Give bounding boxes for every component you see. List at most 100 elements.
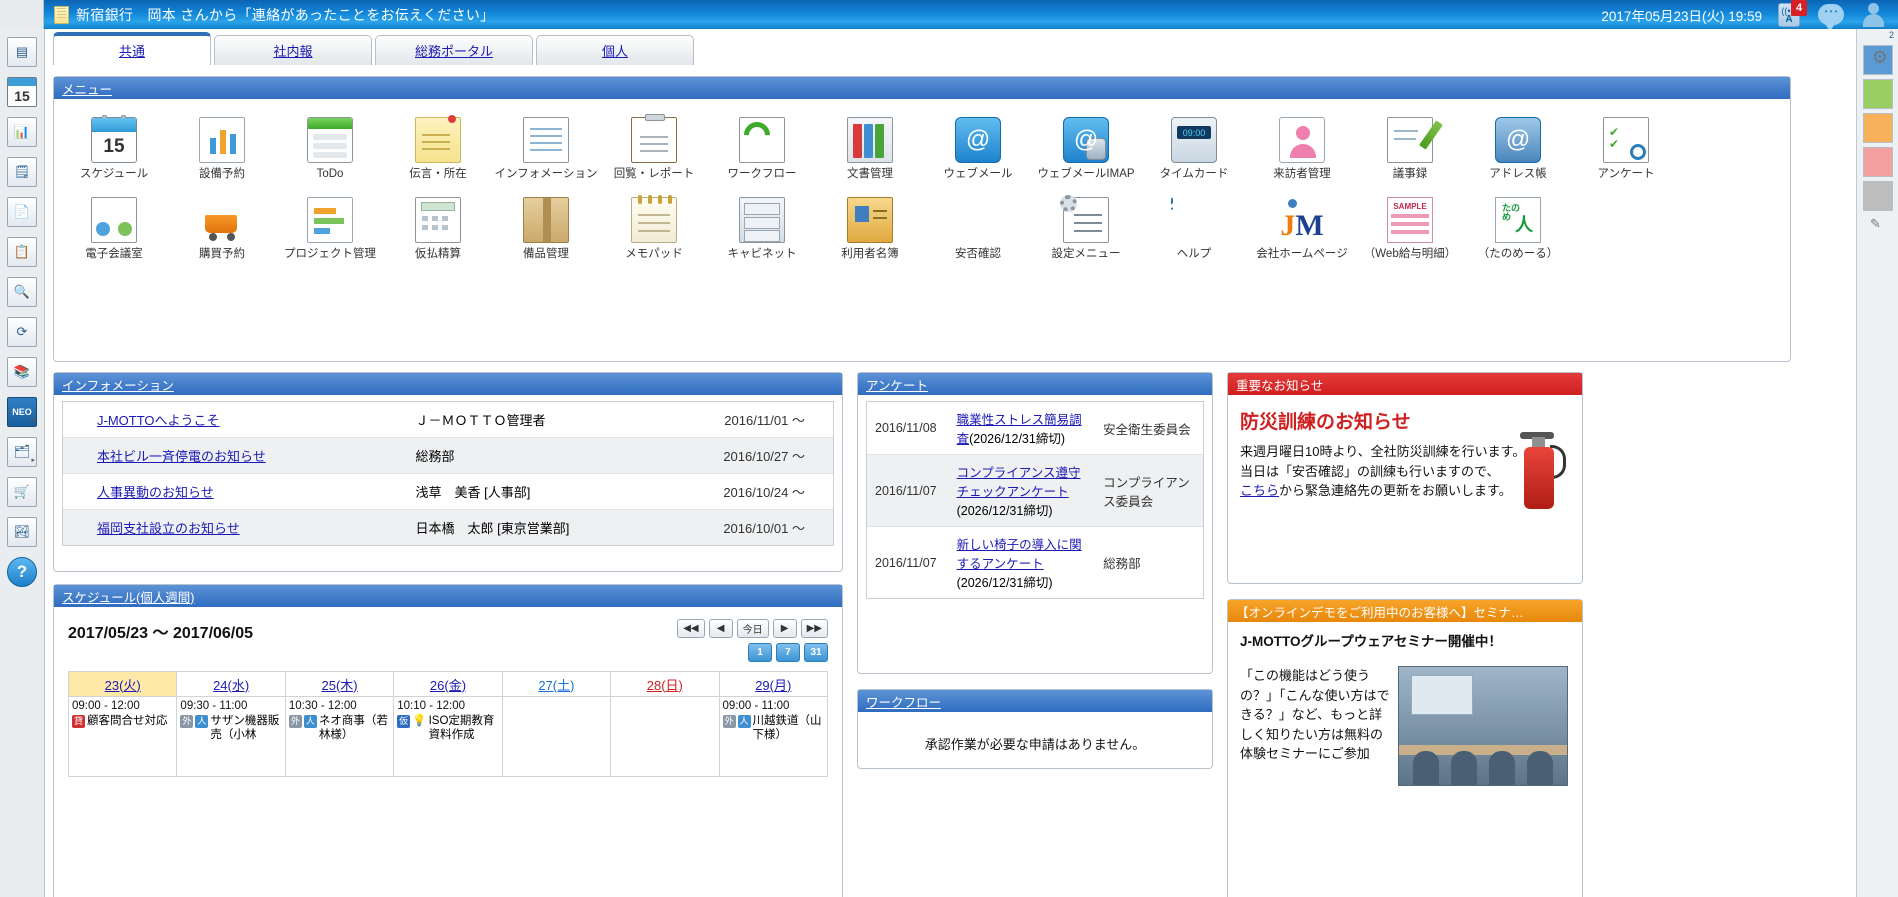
gear-icon[interactable]: ⚙: [1872, 47, 1888, 68]
menu-item-todo[interactable]: ToDo: [276, 111, 384, 191]
schedule-view-month-button[interactable]: 31: [804, 643, 828, 662]
schedule-day-header[interactable]: 26(金): [394, 672, 502, 697]
menu-item-addressbook[interactable]: アドレス帳: [1464, 111, 1572, 191]
schedule-cell[interactable]: [611, 697, 719, 777]
schedule-day-label[interactable]: 25(木): [321, 678, 357, 693]
table-row[interactable]: 2016/11/07 コンプライアンス遵守チェックアンケート(2026/12/3…: [867, 455, 1203, 527]
menu-item-memopad[interactable]: メモパッド: [600, 191, 708, 271]
sidebar-item-window[interactable]: ▤: [7, 37, 37, 67]
schedule-day-header[interactable]: 23(火): [69, 672, 177, 697]
menu-item-company-homepage[interactable]: JM 会社ホームページ: [1248, 191, 1356, 271]
table-row[interactable]: 2016/11/07 新しい椅子の導入に関するアンケート(2026/12/31締…: [867, 527, 1203, 599]
menu-item-schedule[interactable]: 15 スケジュール: [60, 111, 168, 191]
menu-item-survey[interactable]: ✔ ✔ アンケート: [1572, 111, 1680, 191]
sidebar-item-workflow[interactable]: ⟳: [7, 317, 37, 347]
schedule-day-label[interactable]: 23(火): [105, 678, 141, 693]
survey-panel-title[interactable]: アンケート: [866, 375, 928, 394]
menu-item-settings[interactable]: 設定メニュー: [1032, 191, 1140, 271]
sidebar-item-schedule[interactable]: 15: [7, 77, 37, 107]
menu-item-meeting-room[interactable]: 電子会議室: [60, 191, 168, 271]
schedule-last-button[interactable]: ▶▶: [801, 619, 828, 638]
schedule-cell[interactable]: 10:10 - 12:00 仮 💡 ISO定期教育資料作成: [394, 697, 502, 777]
information-row-title[interactable]: 福岡支社設立のお知らせ: [97, 521, 240, 536]
schedule-day-header[interactable]: 29(月): [719, 672, 827, 697]
tab-personal[interactable]: 個人: [536, 35, 694, 65]
tab-personal-label[interactable]: 個人: [602, 41, 628, 60]
notification-antenna-icon[interactable]: 4: [1774, 2, 1804, 28]
menu-panel-title[interactable]: メニュー: [62, 79, 112, 98]
survey-row-link[interactable]: 新しい椅子の導入に関するアンケート: [957, 538, 1082, 571]
sidebar-item-seminar[interactable]: 🏞: [7, 517, 37, 547]
information-row-title[interactable]: 本社ビル一斉停電のお知らせ: [97, 449, 266, 464]
color-swatch-red[interactable]: [1863, 147, 1893, 177]
sidebar-item-search[interactable]: 🔍: [7, 277, 37, 307]
notice-link[interactable]: こちら: [1240, 483, 1279, 498]
chat-icon[interactable]: [1816, 2, 1846, 28]
schedule-prev-button[interactable]: ◀: [709, 619, 733, 638]
tab-common-label[interactable]: 共通: [119, 41, 145, 60]
edit-pencil-icon[interactable]: ✎: [1857, 215, 1898, 231]
menu-item-equipment[interactable]: 備品管理: [492, 191, 600, 271]
menu-item-visitor[interactable]: 来訪者管理: [1248, 111, 1356, 191]
schedule-day-header[interactable]: 28(日): [611, 672, 719, 697]
schedule-view-week-button[interactable]: 7: [776, 643, 800, 662]
information-panel-title[interactable]: インフォメーション: [62, 375, 174, 394]
schedule-cell[interactable]: 09:00 - 12:00 貸 顧客問合せ対応: [69, 697, 177, 777]
color-swatch-green[interactable]: [1863, 79, 1893, 109]
schedule-cell[interactable]: [502, 697, 610, 777]
tab-common[interactable]: 共通: [53, 32, 211, 65]
user-account-icon[interactable]: [1858, 2, 1888, 28]
workflow-panel-title[interactable]: ワークフロー: [866, 692, 941, 711]
menu-item-webmail-imap[interactable]: ウェブメールIMAP: [1032, 111, 1140, 191]
menu-item-message-whereabouts[interactable]: 伝言・所在: [384, 111, 492, 191]
menu-item-document-management[interactable]: 文書管理: [816, 111, 924, 191]
schedule-first-button[interactable]: ◀◀: [677, 619, 704, 638]
table-row[interactable]: 本社ビル一斉停電のお知らせ 総務部 2016/10/27 ～: [63, 438, 833, 474]
sidebar-item-neo[interactable]: NEO▸: [7, 397, 37, 427]
schedule-cell[interactable]: 09:30 - 11:00 外 人 サザン機器販売（小林: [177, 697, 285, 777]
schedule-today-button[interactable]: 今日: [737, 619, 769, 638]
table-row[interactable]: 福岡支社設立のお知らせ 日本橋 太郎 [東京営業部] 2016/10/01 ～: [63, 510, 833, 546]
color-swatch-orange[interactable]: [1863, 113, 1893, 143]
schedule-day-label[interactable]: 26(金): [430, 678, 466, 693]
tab-internal-news[interactable]: 社内報: [214, 35, 372, 65]
menu-item-safety-confirmation[interactable]: 安否確認: [924, 191, 1032, 271]
tab-general-portal-label[interactable]: 総務ポータル: [415, 41, 493, 60]
menu-item-help[interactable]: ヘルプ: [1140, 191, 1248, 271]
sidebar-item-tanomail[interactable]: 🛒: [7, 477, 37, 507]
color-swatch-gray[interactable]: [1863, 181, 1893, 211]
schedule-day-header[interactable]: 25(木): [285, 672, 393, 697]
schedule-cell[interactable]: 09:00 - 11:00 外 人 川越鉄道（山下様）: [719, 697, 827, 777]
sidebar-item-information[interactable]: 📄: [7, 197, 37, 227]
schedule-view-day-button[interactable]: 1: [748, 643, 772, 662]
schedule-day-label[interactable]: 28(日): [647, 678, 683, 693]
schedule-day-header[interactable]: 24(水): [177, 672, 285, 697]
menu-item-tanomail[interactable]: たのめ人 （たのめーる）: [1464, 191, 1572, 271]
sidebar-item-help[interactable]: ?: [7, 557, 37, 587]
sidebar-item-facility[interactable]: 📊: [7, 117, 37, 147]
menu-item-advance-settlement[interactable]: 仮払精算: [384, 191, 492, 271]
sidebar-item-document[interactable]: 📚: [7, 357, 37, 387]
menu-item-cabinet[interactable]: キャビネット: [708, 191, 816, 271]
menu-item-circular-report[interactable]: 回覧・レポート: [600, 111, 708, 191]
information-row-title[interactable]: 人事異動のお知らせ: [97, 485, 214, 500]
menu-item-purchase[interactable]: 購買予約: [168, 191, 276, 271]
schedule-next-button[interactable]: ▶: [773, 619, 797, 638]
table-row[interactable]: 人事異動のお知らせ 浅草 美香 [人事部] 2016/10/24 ～: [63, 474, 833, 510]
sidebar-item-message[interactable]: 🗒: [7, 157, 37, 187]
menu-item-minutes[interactable]: 議事録: [1356, 111, 1464, 191]
table-row[interactable]: 2016/11/08 職業性ストレス簡易調査(2026/12/31締切) 安全衛…: [867, 402, 1203, 455]
sidebar-item-report[interactable]: 📋: [7, 237, 37, 267]
schedule-day-label[interactable]: 24(水): [213, 678, 249, 693]
table-row[interactable]: J-MOTTOへようこそ Ｊ－ＭＯＴＴＯ管理者 2016/11/01 ～: [63, 402, 833, 438]
schedule-day-label[interactable]: 27(土): [538, 678, 574, 693]
menu-item-web-payslip[interactable]: SAMPLE （Web給与明細）: [1356, 191, 1464, 271]
schedule-cell[interactable]: 10:30 - 12:00 外 人 ネオ商事（若林様）: [285, 697, 393, 777]
tab-internal-news-label[interactable]: 社内報: [273, 41, 312, 60]
menu-item-webmail[interactable]: ウェブメール: [924, 111, 1032, 191]
schedule-panel-title[interactable]: スケジュール(個人週間): [62, 587, 194, 606]
menu-item-user-directory[interactable]: 利用者名簿: [816, 191, 924, 271]
schedule-day-header[interactable]: 27(土): [502, 672, 610, 697]
menu-item-timecard[interactable]: 09:00 タイムカード: [1140, 111, 1248, 191]
menu-item-facility-reservation[interactable]: 設備予約: [168, 111, 276, 191]
